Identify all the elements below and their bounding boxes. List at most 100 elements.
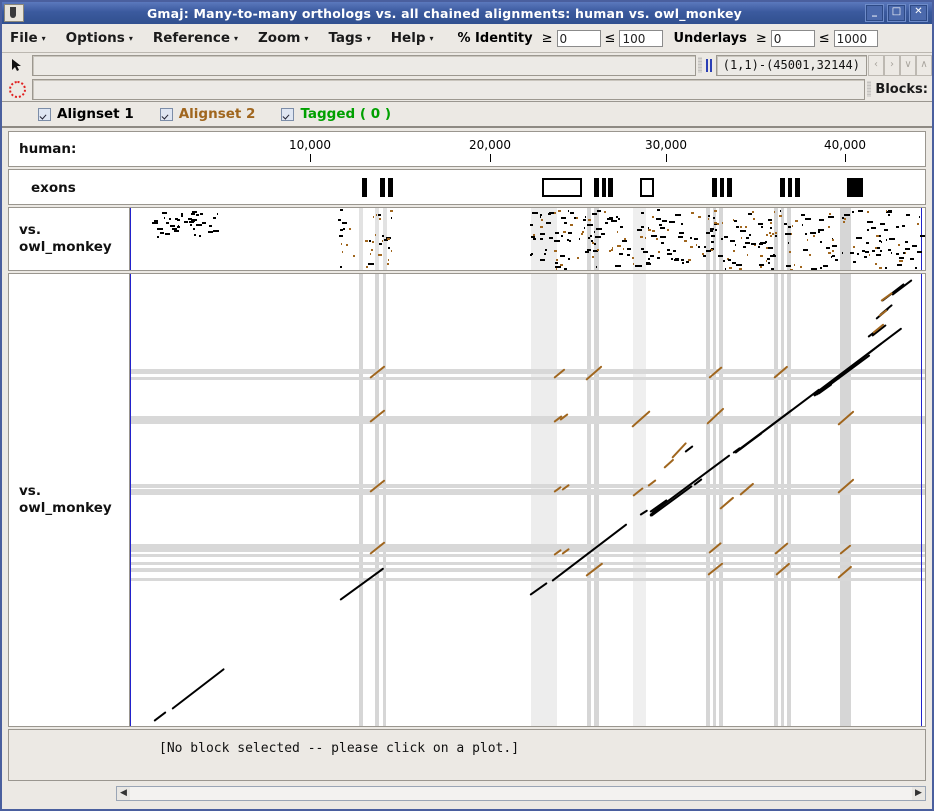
alignment-dot[interactable]	[600, 233, 605, 236]
overview-dotplot-panel[interactable]: vs. owl_monkey	[8, 207, 926, 271]
alignment-dot[interactable]	[658, 250, 661, 253]
alignment-dot[interactable]	[377, 214, 381, 217]
alignment-dot[interactable]	[372, 241, 375, 244]
alignment-dot[interactable]	[590, 240, 593, 243]
alignment-dot[interactable]	[670, 258, 673, 261]
alignment-dot[interactable]	[818, 218, 824, 221]
alignment-dot[interactable]	[831, 255, 835, 258]
alignment-dot[interactable]	[880, 250, 883, 253]
alignment-dot[interactable]	[715, 228, 718, 231]
alignment-dot[interactable]	[640, 212, 644, 215]
alignment-dot[interactable]	[583, 218, 587, 221]
alignment-dot[interactable]	[723, 260, 726, 263]
alignment-dot[interactable]	[340, 266, 343, 269]
alignment-dot[interactable]	[530, 236, 535, 239]
alignment-dot[interactable]	[652, 229, 656, 232]
locator-field-top[interactable]	[32, 54, 696, 76]
alignment-dot[interactable]	[809, 231, 816, 234]
alignment-dot[interactable]	[648, 229, 652, 232]
alignment-dot[interactable]	[856, 236, 863, 239]
alignment-dot[interactable]	[702, 255, 706, 258]
alignment-dot[interactable]	[820, 240, 823, 243]
alignment-dot[interactable]	[736, 264, 743, 267]
alignment-dot[interactable]	[861, 249, 865, 252]
alignment-dot[interactable]	[790, 233, 793, 236]
checkbox-icon[interactable]	[38, 107, 51, 121]
alignment-dot[interactable]	[152, 221, 159, 224]
alignment-dot[interactable]	[842, 221, 845, 224]
alignment-dot[interactable]	[711, 235, 716, 238]
alignment-dot[interactable]	[560, 216, 566, 219]
alignment-dot[interactable]	[352, 254, 355, 257]
horizontal-scrollbar[interactable]: ◀ ▶	[116, 785, 926, 801]
exon-mark[interactable]	[608, 178, 613, 197]
alignment-segment[interactable]	[880, 292, 893, 302]
alignment-dot[interactable]	[555, 261, 559, 264]
percent-identity-min-input[interactable]: 0	[556, 29, 601, 47]
alignment-dot[interactable]	[646, 263, 652, 266]
alignment-dot[interactable]	[734, 243, 736, 246]
alignment-dot[interactable]	[541, 218, 544, 221]
alignment-dot[interactable]	[822, 264, 828, 267]
alignment-dot[interactable]	[617, 244, 621, 247]
alignment-dot[interactable]	[911, 245, 917, 248]
alignment-dot[interactable]	[819, 267, 822, 270]
alignment-dot[interactable]	[738, 267, 742, 270]
alignment-dot[interactable]	[595, 228, 602, 231]
alignment-dot[interactable]	[744, 225, 747, 228]
alignment-dot[interactable]	[773, 211, 775, 214]
overview-plot-area[interactable]	[129, 208, 925, 270]
alignment-dot[interactable]	[747, 213, 752, 216]
alignment-dot[interactable]	[177, 225, 181, 228]
alignment-dot[interactable]	[560, 264, 564, 267]
exon-mark[interactable]	[712, 178, 717, 197]
alignment-dot[interactable]	[597, 248, 600, 251]
exon-mark[interactable]	[780, 178, 785, 197]
alignment-dot[interactable]	[648, 257, 651, 260]
main-dotplot-panel[interactable]: vs. owl_monkey	[8, 273, 926, 727]
alignment-dot[interactable]	[864, 255, 868, 258]
alignment-dot[interactable]	[890, 252, 892, 255]
alignment-dot[interactable]	[771, 268, 775, 270]
exon-mark[interactable]	[388, 178, 393, 197]
alignment-dot[interactable]	[871, 250, 875, 253]
alignment-dot[interactable]	[195, 224, 202, 227]
alignment-dot[interactable]	[800, 265, 803, 268]
alignment-dot[interactable]	[339, 228, 343, 231]
alignment-dot[interactable]	[760, 254, 764, 257]
alignment-dot[interactable]	[166, 222, 170, 225]
alignment-dot[interactable]	[899, 257, 905, 260]
alignment-dot[interactable]	[208, 231, 214, 234]
alignment-dot[interactable]	[697, 245, 700, 248]
alignment-dot[interactable]	[622, 248, 624, 251]
alignment-dot[interactable]	[193, 227, 196, 230]
alignment-dot[interactable]	[588, 219, 592, 222]
checkbox-icon[interactable]	[281, 107, 295, 121]
alignment-dot[interactable]	[745, 241, 751, 244]
scroll-track[interactable]	[130, 786, 912, 800]
scroll-right-button[interactable]: ▶	[912, 786, 925, 800]
alignment-dot[interactable]	[917, 222, 920, 225]
alignset-2-toggle[interactable]: Alignset 2	[159, 106, 255, 122]
alignment-dot[interactable]	[540, 259, 546, 262]
alignment-dot[interactable]	[789, 251, 791, 254]
alignment-dot[interactable]	[672, 249, 676, 252]
alignment-dot[interactable]	[741, 236, 743, 239]
alignment-dot[interactable]	[887, 248, 891, 251]
alignment-dot[interactable]	[371, 248, 374, 251]
alignment-dot[interactable]	[342, 221, 348, 224]
alignment-dot[interactable]	[181, 215, 184, 218]
alignment-dot[interactable]	[530, 254, 533, 257]
alignment-dot[interactable]	[626, 248, 631, 251]
alignment-dot[interactable]	[827, 215, 834, 218]
alignment-dot[interactable]	[555, 259, 558, 262]
alignment-dot[interactable]	[918, 215, 920, 218]
alignment-dot[interactable]	[867, 228, 870, 231]
alignment-dot[interactable]	[716, 223, 719, 226]
alignment-dot[interactable]	[544, 248, 547, 251]
alignment-dot[interactable]	[788, 241, 790, 244]
underlays-min-input[interactable]: 0	[770, 29, 815, 47]
alignment-dot[interactable]	[554, 231, 559, 234]
alignment-dot[interactable]	[680, 213, 682, 216]
alignment-dot[interactable]	[740, 225, 743, 228]
